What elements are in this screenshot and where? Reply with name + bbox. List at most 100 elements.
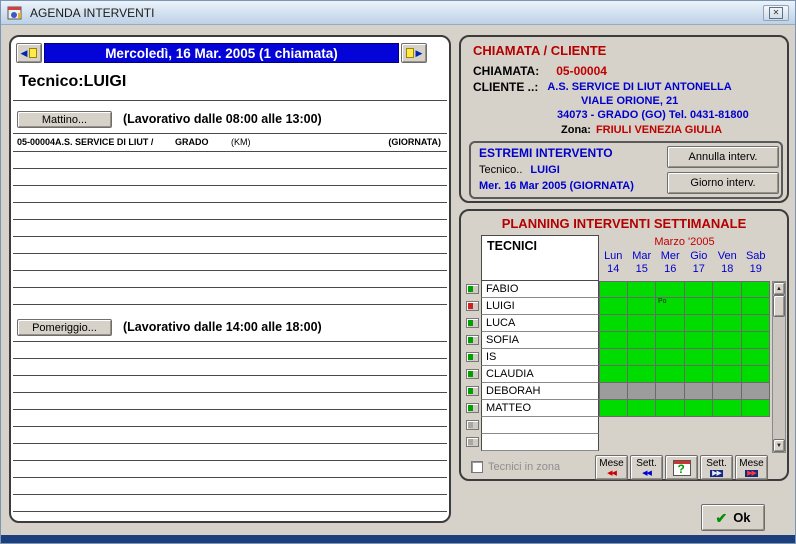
technician-name-cell[interactable]: CLAUDIA bbox=[481, 366, 599, 383]
planning-cell[interactable] bbox=[628, 298, 657, 315]
planning-cell[interactable] bbox=[685, 349, 714, 366]
planning-cell[interactable] bbox=[713, 315, 742, 332]
technician-name-cell[interactable]: IS bbox=[481, 349, 599, 366]
technician-status-icon[interactable] bbox=[466, 369, 479, 379]
calendar-picker-button[interactable]: ? bbox=[665, 455, 698, 480]
planning-cell[interactable] bbox=[742, 298, 771, 315]
tecnici-in-zona-checkbox[interactable] bbox=[471, 461, 483, 473]
planning-cell[interactable] bbox=[599, 315, 628, 332]
chevron-right-icon: ▶▶ bbox=[710, 470, 723, 477]
technician-name-cell[interactable]: SOFIA bbox=[481, 332, 599, 349]
planning-row bbox=[599, 417, 771, 434]
planning-cell[interactable] bbox=[742, 332, 771, 349]
planning-cell[interactable] bbox=[685, 298, 714, 315]
close-button[interactable]: ✕ bbox=[763, 5, 789, 21]
ok-button[interactable]: ✔ Ok bbox=[701, 504, 765, 531]
planning-cell[interactable] bbox=[656, 349, 685, 366]
planning-cell[interactable] bbox=[599, 349, 628, 366]
planning-footer: Tecnici in zona Mese ◀◀ Sett. ◀◀ ? Sett.… bbox=[467, 455, 785, 481]
scroll-up-button[interactable]: ▲ bbox=[773, 282, 785, 295]
technician-status-icon[interactable] bbox=[466, 420, 479, 430]
planning-cell[interactable] bbox=[656, 400, 685, 417]
planning-cell[interactable] bbox=[742, 281, 771, 298]
technician-status-icon[interactable] bbox=[466, 301, 479, 311]
planning-cell[interactable] bbox=[742, 366, 771, 383]
planning-scrollbar[interactable]: ▲ ▼ bbox=[772, 281, 786, 453]
planning-cell[interactable] bbox=[742, 349, 771, 366]
technician-status-icon[interactable] bbox=[466, 335, 479, 345]
tecnici-in-zona-label: Tecnici in zona bbox=[488, 461, 560, 473]
planning-cell[interactable] bbox=[713, 400, 742, 417]
technician-name-cell[interactable]: DEBORAH bbox=[481, 383, 599, 400]
planning-cell[interactable] bbox=[713, 349, 742, 366]
planning-cell[interactable] bbox=[599, 281, 628, 298]
planning-cell[interactable] bbox=[713, 366, 742, 383]
planning-cell[interactable] bbox=[685, 332, 714, 349]
technician-name-cell[interactable]: LUCA bbox=[481, 315, 599, 332]
next-day-button[interactable]: ▶ bbox=[401, 43, 427, 63]
estremi-tecnico-label: Tecnico.. bbox=[479, 164, 522, 176]
planning-cell[interactable] bbox=[599, 298, 628, 315]
app-icon bbox=[7, 5, 23, 21]
planning-cell[interactable] bbox=[628, 366, 657, 383]
technician-name-cell[interactable]: LUIGI bbox=[481, 298, 599, 315]
next-week-button[interactable]: Sett. ▶▶ bbox=[700, 455, 733, 480]
planning-cell[interactable] bbox=[713, 332, 742, 349]
planning-cell[interactable] bbox=[656, 366, 685, 383]
planning-cell[interactable] bbox=[742, 383, 771, 400]
planning-cell[interactable] bbox=[628, 332, 657, 349]
scroll-down-button[interactable]: ▼ bbox=[773, 439, 785, 452]
technician-name-cell[interactable]: FABIO bbox=[481, 281, 599, 298]
technician-name-cell[interactable] bbox=[481, 434, 599, 451]
next-month-button[interactable]: Mese ▶▶ bbox=[735, 455, 768, 480]
appointment-row[interactable]: 05-00004 A.S. SERVICE DI LIUT / GRADO (K… bbox=[17, 137, 443, 149]
planning-cell[interactable] bbox=[628, 315, 657, 332]
pomeriggio-button[interactable]: Pomeriggio... bbox=[17, 319, 112, 336]
planning-cell[interactable] bbox=[656, 383, 685, 400]
planning-cell[interactable] bbox=[628, 281, 657, 298]
planning-cell[interactable] bbox=[599, 332, 628, 349]
prev-month-button[interactable]: Mese ◀◀ bbox=[595, 455, 628, 480]
technician-status-icon[interactable] bbox=[466, 403, 479, 413]
scroll-thumb[interactable] bbox=[773, 295, 785, 317]
planning-cell[interactable] bbox=[742, 400, 771, 417]
technician-status-icon[interactable] bbox=[466, 352, 479, 362]
planning-cell[interactable] bbox=[685, 400, 714, 417]
calendar-icon: ? bbox=[673, 460, 691, 476]
technician-name-cell[interactable]: MATTEO bbox=[481, 400, 599, 417]
planning-cell[interactable] bbox=[685, 315, 714, 332]
planning-cell[interactable] bbox=[599, 366, 628, 383]
planning-cell[interactable] bbox=[685, 366, 714, 383]
technician-status-icon[interactable] bbox=[466, 284, 479, 294]
tecnici-in-zona-group[interactable]: Tecnici in zona bbox=[471, 461, 560, 473]
question-mark-icon: ? bbox=[678, 462, 685, 476]
giorno-interv-button[interactable]: Giorno interv. bbox=[667, 172, 779, 194]
planning-cell[interactable] bbox=[713, 298, 742, 315]
planning-cell[interactable] bbox=[656, 332, 685, 349]
planning-cell[interactable] bbox=[599, 400, 628, 417]
prev-day-button[interactable]: ◀ bbox=[16, 43, 42, 63]
prev-week-button[interactable]: Sett. ◀◀ bbox=[630, 455, 663, 480]
mattino-button[interactable]: Mattino... bbox=[17, 111, 112, 128]
technician-name-cell[interactable] bbox=[481, 417, 599, 434]
planning-cell[interactable] bbox=[628, 349, 657, 366]
planning-cell[interactable] bbox=[628, 400, 657, 417]
annulla-interv-button[interactable]: Annulla interv. bbox=[667, 146, 779, 168]
planning-cell[interactable] bbox=[685, 281, 714, 298]
technician-status-icon[interactable] bbox=[466, 318, 479, 328]
planning-cell[interactable] bbox=[713, 281, 742, 298]
planning-cell[interactable] bbox=[742, 315, 771, 332]
technician-status-icon[interactable] bbox=[466, 437, 479, 447]
technician-status-icon[interactable] bbox=[466, 386, 479, 396]
planning-cell[interactable]: Po bbox=[656, 298, 685, 315]
planning-cell bbox=[599, 417, 628, 434]
planning-title: PLANNING INTERVENTI SETTIMANALE bbox=[461, 216, 787, 231]
planning-cell[interactable] bbox=[599, 383, 628, 400]
planning-cell[interactable] bbox=[656, 315, 685, 332]
rule-line bbox=[13, 443, 447, 444]
planning-cell[interactable] bbox=[628, 383, 657, 400]
planning-cell[interactable] bbox=[685, 383, 714, 400]
planning-cell[interactable] bbox=[713, 383, 742, 400]
planning-cell[interactable] bbox=[656, 281, 685, 298]
zona-value: FRIULI VENEZIA GIULIA bbox=[596, 124, 722, 136]
